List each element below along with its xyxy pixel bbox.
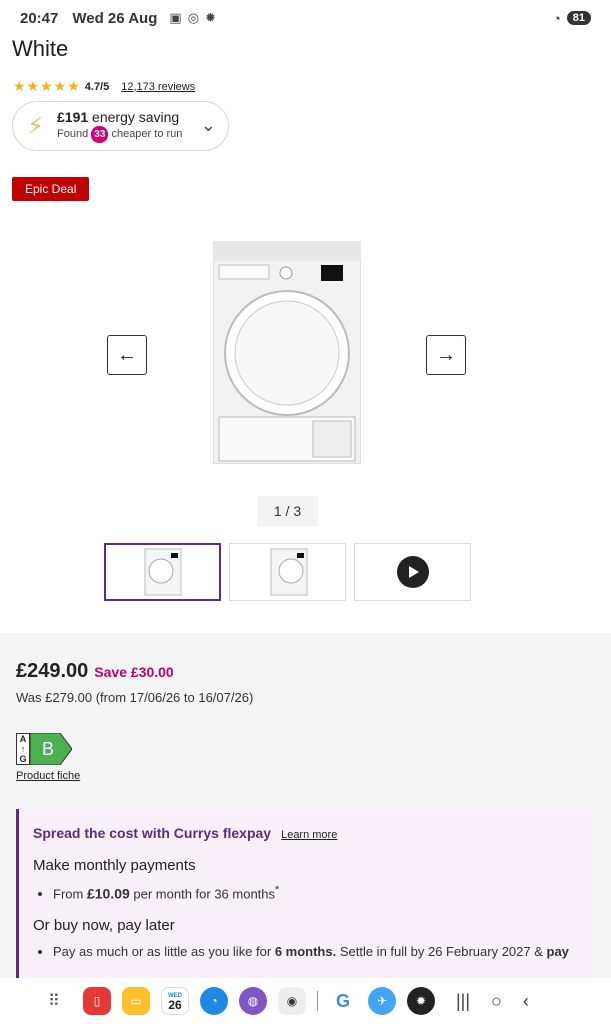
settings-app-icon[interactable]: ✹ (407, 987, 435, 1015)
product-fiche-link[interactable]: Product fiche (16, 770, 80, 782)
found-label: Found (57, 128, 89, 140)
thumbnail-strip (104, 543, 471, 601)
epic-deal-badge: Epic Deal (12, 177, 90, 201)
app-drawer-icon[interactable]: ⠿ (48, 991, 72, 1011)
cheaper-label: cheaper to run (111, 128, 183, 140)
chrome-icon: ◎ (187, 10, 200, 25)
play-icon[interactable] (397, 556, 429, 588)
rating-stars-icon: ★★★★★ (13, 78, 81, 94)
tumble-dryer-image (213, 241, 361, 464)
notes-app-icon[interactable]: ▯ (83, 987, 111, 1015)
camera-app-icon[interactable]: ◉ (278, 987, 306, 1015)
flexpay-panel: Spread the cost with Currys flexpay Lear… (16, 809, 595, 979)
google-app-icon[interactable]: G (329, 987, 357, 1015)
price-row: £249.00 Save £30.00 (16, 660, 174, 683)
files-app-icon[interactable]: ▭ (122, 987, 150, 1015)
screenshot-icon: ▣ (169, 10, 182, 25)
later-heading: Or buy now, pay later (33, 917, 175, 935)
later-item: Pay as much or as little as you like for… (53, 944, 595, 959)
status-icons: ▣ ◎ ✹ (169, 10, 216, 26)
status-bar: 20:47 Wed 26 Aug ▣ ◎ ✹ ◔ 81 (0, 0, 611, 36)
monthly-item: From £10.09 per month for 36 months* (53, 884, 595, 901)
later-list: Pay as much or as little as you like for… (53, 944, 595, 959)
energy-amount: £191 (57, 109, 89, 125)
wifi-icon: ◔ (552, 10, 561, 26)
was-price: Was £279.00 (from 17/06/26 to 16/07/26) (16, 690, 254, 705)
energy-label: energy saving (92, 109, 180, 125)
status-time: 20:47 (20, 9, 59, 27)
rating-score: 4.7/5 (84, 80, 110, 93)
back-icon[interactable]: ‹ (523, 991, 529, 1012)
monthly-heading: Make monthly payments (33, 857, 196, 874)
arrow-left-icon: ← (117, 343, 137, 366)
cheaper-count-badge: 33 (91, 126, 109, 143)
next-image-button[interactable]: → (426, 335, 466, 375)
thumbnail-dryer-angle (270, 548, 307, 596)
energy-class-arrow: B (30, 733, 72, 765)
rating-row: ★★★★★ 4.7/5 12,173 reviews (13, 78, 195, 95)
energy-class-letter: B (42, 739, 54, 759)
energy-saving-pill[interactable]: ⚡ £191 energy saving Found 33 cheaper to… (12, 101, 229, 151)
reviews-link[interactable]: 12,173 reviews (121, 81, 195, 93)
settings-icon: ✹ (205, 10, 216, 25)
thumbnail-dryer-front (144, 548, 181, 596)
monthly-amount: £10.09 (86, 885, 130, 902)
thumbnail-1[interactable] (104, 543, 221, 601)
calendar-app-icon[interactable]: WED 26 (161, 987, 189, 1015)
save-amount: Save £30.00 (94, 664, 174, 680)
product-title: White (12, 36, 69, 61)
energy-scale-icon: A ↑ G (16, 733, 30, 765)
recent-apps-icon[interactable]: ||| (456, 991, 470, 1012)
flexpay-title: Spread the cost with Currys flexpay (33, 825, 272, 841)
status-date: Wed 26 Aug (72, 9, 158, 27)
prev-image-button[interactable]: ← (107, 335, 147, 375)
learn-more-link[interactable]: Learn more (281, 829, 337, 841)
travel-app-icon[interactable]: ✈ (368, 987, 396, 1015)
dock-separator (317, 991, 318, 1011)
chevron-down-icon[interactable]: ⌄ (201, 115, 216, 136)
energy-rating[interactable]: A ↑ G B (16, 733, 72, 765)
arrow-right-icon: → (436, 343, 456, 366)
monthly-list: From £10.09 per month for 36 months* (53, 884, 595, 901)
browser-app-icon[interactable]: ◍ (239, 987, 267, 1015)
battery-badge: 81 (566, 11, 591, 25)
thumbnail-2[interactable] (229, 543, 346, 601)
image-counter: 1 / 3 (257, 496, 318, 526)
android-nav-bar: ⠿ ▯ ▭ WED 26 ◔ ◍ ◉ G ✈ ✹ ||| ○ ‹ (0, 978, 611, 1024)
messages-app-icon[interactable]: ◔ (200, 987, 228, 1015)
current-price: £249.00 (16, 660, 89, 682)
home-icon[interactable]: ○ (491, 991, 502, 1012)
thumbnail-3-video[interactable] (354, 543, 471, 601)
lightning-icon: ⚡ (27, 112, 44, 140)
